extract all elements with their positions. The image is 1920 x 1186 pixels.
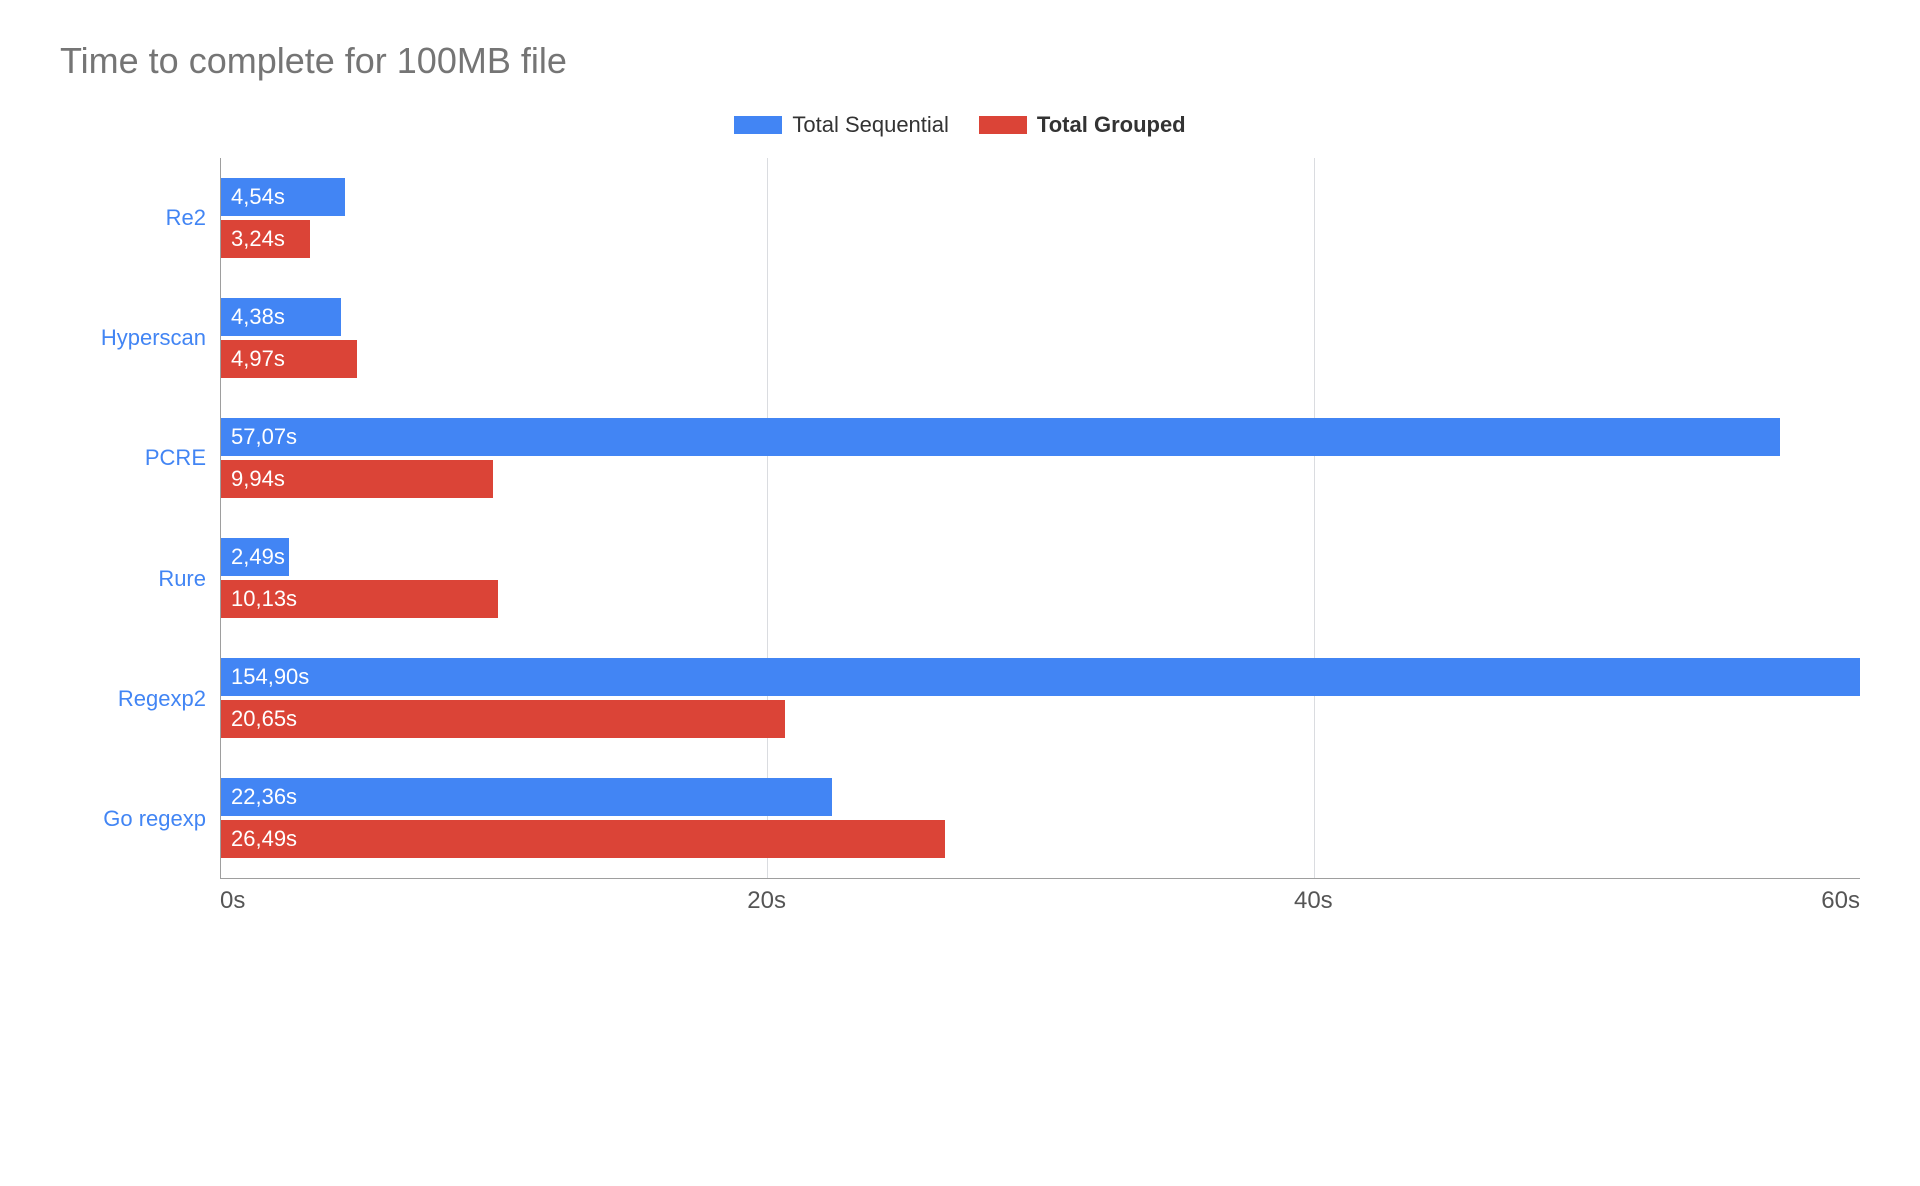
plot-area: Re2HyperscanPCRERureRegexp2Go regexp 4,5…	[60, 158, 1860, 879]
bar-sequential: 22,36s	[221, 778, 832, 816]
bar-wrap: 4,38s	[221, 298, 1860, 336]
bar-wrap: 10,13s	[221, 580, 1860, 618]
bar-group: 4,54s 3,24s	[221, 158, 1860, 278]
bar-wrap: 154,90s	[221, 658, 1860, 696]
bar-group: 2,49s 10,13s	[221, 518, 1860, 638]
legend-swatch-sequential	[734, 116, 782, 134]
bar-wrap: 20,65s	[221, 700, 1860, 738]
bar-sequential: 4,54s	[221, 178, 345, 216]
bar-group: 57,07s 9,94s	[221, 398, 1860, 518]
legend-label-sequential: Total Sequential	[792, 112, 949, 138]
bar-grouped: 4,97s	[221, 340, 357, 378]
bar-sequential: 2,49s	[221, 538, 289, 576]
legend-swatch-grouped	[979, 116, 1027, 134]
bar-wrap: 57,07s	[221, 418, 1860, 456]
chart-container: Time to complete for 100MB file Total Se…	[60, 40, 1860, 919]
x-axis-tick: 0s	[220, 887, 245, 915]
chart-title: Time to complete for 100MB file	[60, 40, 1860, 82]
x-axis-tick: 60s	[1821, 887, 1860, 915]
bar-sequential: 4,38s	[221, 298, 341, 336]
x-axis: 0s 20s 40s 60s	[220, 879, 1860, 919]
bar-wrap: 9,94s	[221, 460, 1860, 498]
bar-grouped: 26,49s	[221, 820, 945, 858]
y-axis-label: PCRE	[60, 398, 206, 518]
x-axis-row: 0s 20s 40s 60s	[60, 879, 1860, 919]
x-axis-tick: 20s	[747, 887, 786, 915]
bar-grouped: 9,94s	[221, 460, 493, 498]
bar-wrap: 2,49s	[221, 538, 1860, 576]
bar-wrap: 26,49s	[221, 820, 1860, 858]
bar-wrap: 4,54s	[221, 178, 1860, 216]
bar-sequential: 57,07s	[221, 418, 1780, 456]
legend-item-sequential: Total Sequential	[734, 112, 949, 138]
chart-legend: Total Sequential Total Grouped	[60, 112, 1860, 138]
y-axis-labels: Re2HyperscanPCRERureRegexp2Go regexp	[60, 158, 220, 879]
bar-wrap: 22,36s	[221, 778, 1860, 816]
x-axis-tick: 40s	[1294, 887, 1333, 915]
bar-grouped: 10,13s	[221, 580, 498, 618]
y-axis-label: Regexp2	[60, 639, 206, 759]
legend-label-grouped: Total Grouped	[1037, 112, 1186, 138]
y-axis-label: Re2	[60, 158, 206, 278]
legend-item-grouped: Total Grouped	[979, 112, 1186, 138]
bar-grouped: 3,24s	[221, 220, 310, 258]
bar-sequential: 154,90s	[221, 658, 1860, 696]
bar-wrap: 4,97s	[221, 340, 1860, 378]
bar-grouped: 20,65s	[221, 700, 785, 738]
y-axis-label: Hyperscan	[60, 278, 206, 398]
bar-group: 22,36s 26,49s	[221, 758, 1860, 878]
bars-region: 4,54s 3,24s 4,38s 4,97s 57,07s 9,94s 2,49s 10,1…	[220, 158, 1860, 879]
bar-group: 154,90s 20,65s	[221, 638, 1860, 758]
bar-group: 4,38s 4,97s	[221, 278, 1860, 398]
y-axis-label: Go regexp	[60, 759, 206, 879]
bar-wrap: 3,24s	[221, 220, 1860, 258]
y-axis-label: Rure	[60, 519, 206, 639]
